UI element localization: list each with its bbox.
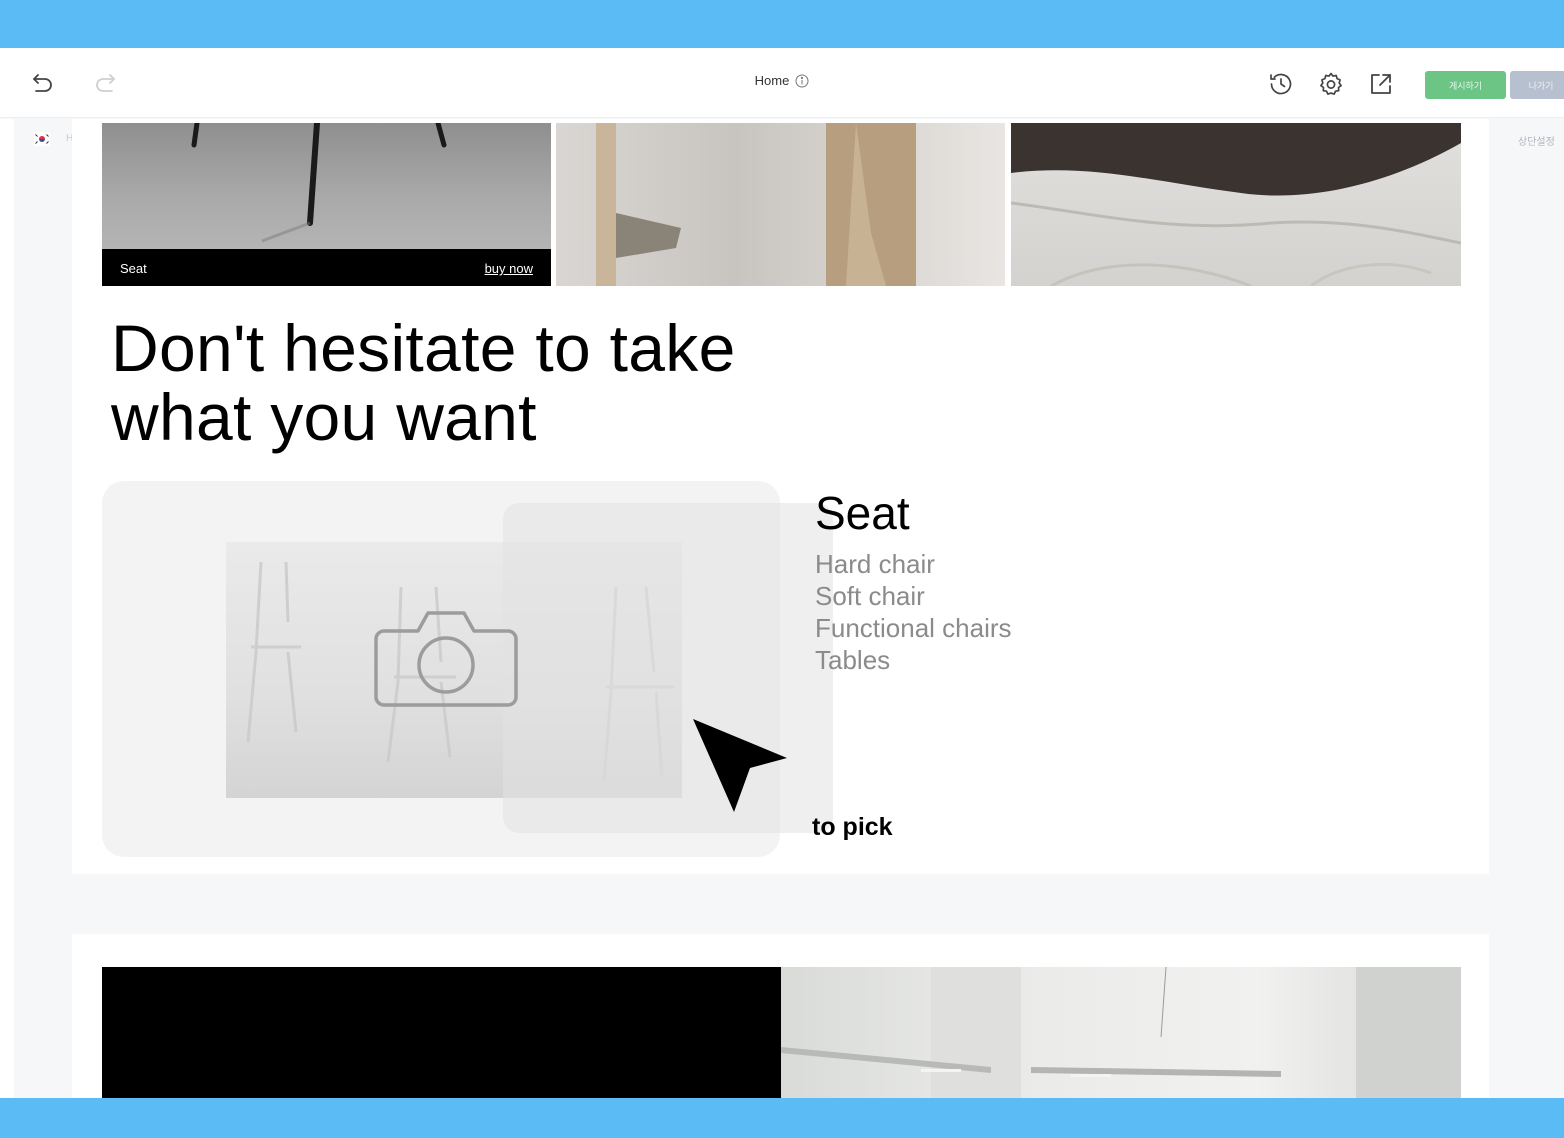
black-banner[interactable]	[102, 967, 781, 1098]
gear-icon[interactable]	[1315, 68, 1347, 100]
exit-button[interactable]: 나가기	[1510, 71, 1564, 99]
headline-line-2: what you want	[111, 380, 537, 454]
category-item[interactable]: Soft chair	[815, 580, 1012, 612]
category-item[interactable]: Hard chair	[815, 548, 1012, 580]
tile-caption-name: Seat	[120, 261, 147, 276]
buy-now-link[interactable]: buy now	[485, 261, 533, 276]
page-title[interactable]: Home	[755, 73, 810, 88]
page-title-text: Home	[754, 73, 790, 88]
frame-top-bar	[0, 0, 1564, 48]
fabric-image	[1011, 123, 1461, 286]
pendant-lamp-image	[781, 967, 1461, 1098]
camera-icon	[374, 611, 518, 707]
redo-icon[interactable]	[88, 66, 122, 100]
category-title[interactable]: Seat	[815, 486, 910, 540]
info-icon[interactable]	[795, 74, 809, 88]
external-link-icon[interactable]	[1365, 68, 1397, 100]
editor-toolbar: Home 게시하기 나가기	[0, 48, 1564, 118]
korea-flag-icon[interactable]	[34, 132, 50, 146]
wooden-chair-image	[596, 123, 916, 286]
category-list: Hard chair Soft chair Functional chairs …	[815, 548, 1012, 676]
category-item[interactable]: Functional chairs	[815, 612, 1012, 644]
hint-to-pick: to pick	[812, 813, 893, 841]
tile-caption-bar: Seat buy now	[102, 249, 551, 286]
cursor-arrow-icon	[693, 719, 787, 812]
undo-icon[interactable]	[26, 66, 60, 100]
frame-bottom-bar	[0, 1098, 1564, 1138]
headline-line-1: Don't hesitate to take	[111, 311, 736, 385]
gallery-tile-seat[interactable]: Seat buy now	[102, 123, 551, 286]
history-icon[interactable]	[1265, 68, 1297, 100]
gallery-tile-wood[interactable]	[556, 123, 1005, 286]
left-gutter	[0, 119, 14, 1098]
publish-button[interactable]: 게시하기	[1425, 71, 1506, 99]
header-settings-label[interactable]: 상단설정	[1518, 133, 1555, 148]
gallery-tile-fabric[interactable]	[1011, 123, 1461, 286]
headline[interactable]: Don't hesitate to take what you want	[111, 314, 736, 452]
lamp-photo[interactable]	[781, 967, 1461, 1098]
category-item[interactable]: Tables	[815, 644, 1012, 676]
